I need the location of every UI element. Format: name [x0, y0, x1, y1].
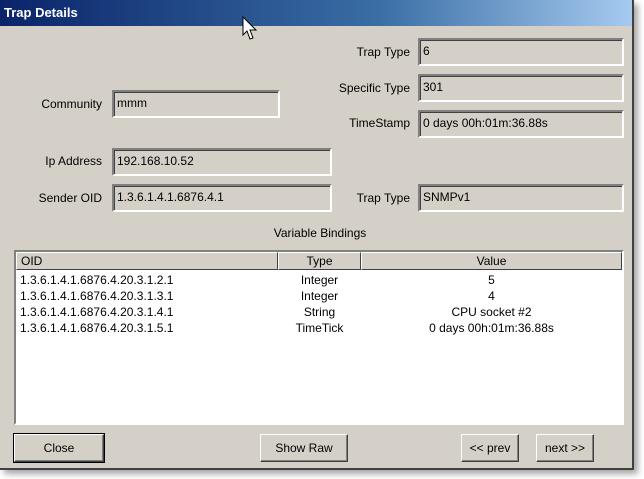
sender-oid-field[interactable]: 1.3.6.1.4.1.6876.4.1: [112, 184, 332, 212]
trap-version-field[interactable]: SNMPv1: [418, 184, 624, 212]
binding-oid: 1.3.6.1.4.1.6876.4.20.3.1.5.1: [20, 321, 174, 335]
timestamp-label: TimeStamp: [349, 116, 410, 130]
sender-oid-label: Sender OID: [38, 191, 102, 205]
next-button[interactable]: next >>: [536, 434, 594, 462]
binding-row[interactable]: 1.3.6.1.4.1.6876.4.20.3.1.4.1 String CPU s…: [16, 304, 622, 320]
binding-value: 4: [488, 289, 495, 303]
title-bar[interactable]: Trap Details: [0, 0, 632, 26]
binding-oid: 1.3.6.1.4.1.6876.4.20.3.1.3.1: [20, 289, 174, 303]
binding-value: 0 days 00h:01m:36.88s: [429, 321, 554, 335]
binding-type: Integer: [300, 273, 339, 287]
timestamp-field[interactable]: 0 days 00h:01m:36.88s: [418, 110, 624, 138]
binding-type: TimeTick: [295, 321, 344, 335]
binding-value: 5: [488, 273, 495, 287]
mouse-cursor-icon: [242, 16, 258, 40]
binding-type: Integer: [300, 289, 339, 303]
trap-type-field[interactable]: 6: [418, 38, 624, 66]
trap-version-label: Trap Type: [356, 191, 410, 205]
binding-oid: 1.3.6.1.4.1.6876.4.20.3.1.4.1: [20, 305, 174, 319]
specific-type-field[interactable]: 301: [418, 74, 624, 102]
variable-bindings-title: Variable Bindings: [273, 226, 367, 240]
column-header-oid[interactable]: OID: [16, 252, 278, 270]
binding-row[interactable]: 1.3.6.1.4.1.6876.4.20.3.1.5.1 TimeTick 0 d…: [16, 320, 622, 336]
binding-value: CPU socket #2: [451, 305, 532, 319]
ip-address-field[interactable]: 192.168.10.52: [112, 148, 332, 176]
trap-type-label: Trap Type: [356, 45, 410, 59]
binding-oid: 1.3.6.1.4.1.6876.4.20.3.1.2.1: [20, 273, 174, 287]
trap-details-dialog: Trap Details Trap Type 6 Specific Type 3…: [0, 0, 634, 470]
binding-row[interactable]: 1.3.6.1.4.1.6876.4.20.3.1.2.1 Integer 5: [16, 272, 622, 288]
show-raw-button[interactable]: Show Raw: [260, 434, 348, 462]
community-label: Community: [41, 97, 102, 111]
specific-type-label: Specific Type: [338, 81, 410, 95]
prev-button[interactable]: << prev: [461, 434, 519, 462]
variable-bindings-list[interactable]: OID Type Value 1.3.6.1.4.1.6876.4.20.3.1…: [14, 250, 624, 425]
community-field[interactable]: mmm: [112, 90, 280, 118]
column-header-value[interactable]: Value: [361, 252, 622, 270]
binding-row[interactable]: 1.3.6.1.4.1.6876.4.20.3.1.3.1 Integer 4: [16, 288, 622, 304]
ip-address-label: Ip Address: [45, 154, 102, 168]
close-button[interactable]: Close: [13, 433, 105, 463]
binding-type: String: [303, 305, 336, 319]
column-header-type[interactable]: Type: [278, 252, 361, 270]
